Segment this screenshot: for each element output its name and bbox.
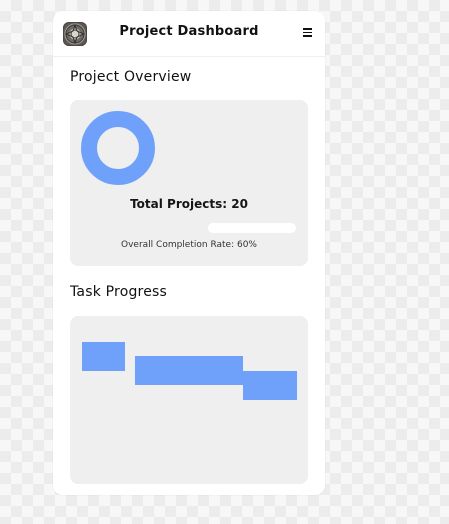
completion-progress-fill <box>208 223 261 233</box>
task-progress-card <box>70 316 308 484</box>
total-projects-text: Total Projects: 20 <box>130 197 248 211</box>
app-header: Project Dashboard <box>53 11 325 57</box>
task-bar-1 <box>82 342 125 371</box>
dashboard-panel: Project Dashboard Project Overview Total… <box>53 11 325 495</box>
projects-donut-chart <box>81 111 155 185</box>
task-bar-3 <box>243 371 297 400</box>
hamburger-menu-icon[interactable] <box>303 28 312 37</box>
task-bar-2 <box>135 356 243 385</box>
completion-rate-text: Overall Completion Rate: 60% <box>121 240 257 250</box>
project-overview-heading: Project Overview <box>70 69 192 85</box>
app-title: Project Dashboard <box>119 24 259 39</box>
project-overview-card: Total Projects: 20 Overall Completion Ra… <box>70 100 308 266</box>
task-progress-heading: Task Progress <box>70 284 168 300</box>
completion-progress-bar <box>208 223 296 233</box>
